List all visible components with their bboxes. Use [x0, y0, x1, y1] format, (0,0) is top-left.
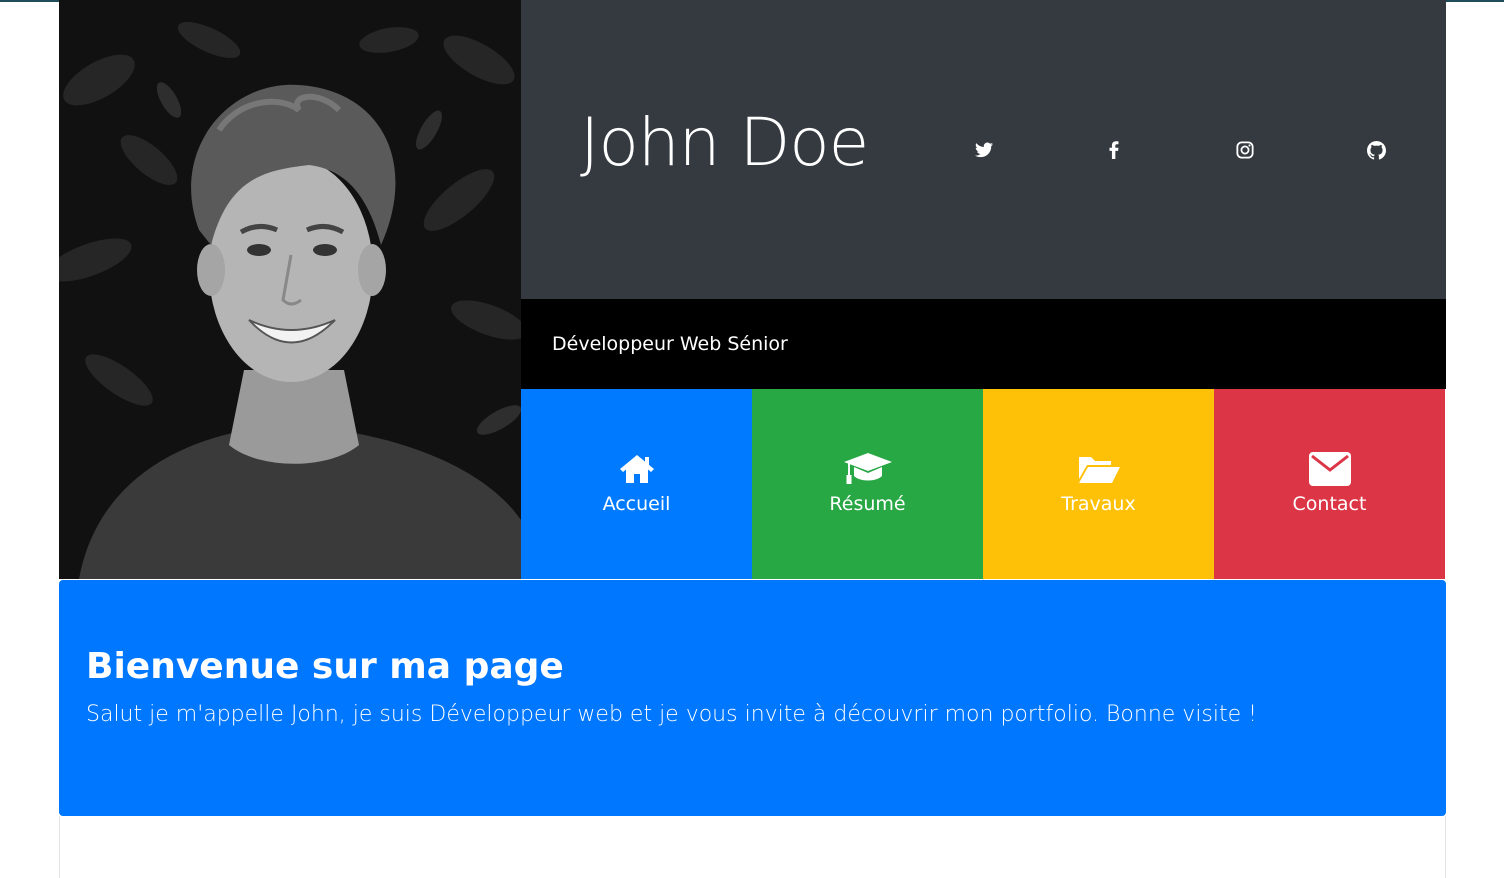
- nav-label: Travaux: [1061, 493, 1136, 515]
- profile-subtitle: Développeur Web Sénior: [552, 333, 788, 355]
- welcome-text: Salut je m'appelle John, je suis Dévelop…: [86, 702, 1257, 727]
- folder-open-icon: [1077, 449, 1121, 489]
- facebook-link[interactable]: [1103, 139, 1125, 161]
- instagram-link[interactable]: [1234, 139, 1256, 161]
- welcome-title: Bienvenue sur ma page: [86, 646, 564, 687]
- nav-tile-resume[interactable]: Résumé: [752, 389, 983, 579]
- profile-photo: [59, 0, 521, 579]
- nav-label: Contact: [1292, 493, 1367, 515]
- envelope-icon: [1308, 449, 1351, 489]
- profile-name: John Doe: [580, 104, 869, 181]
- page-container: John Doe Développeur Web Sénior Accueil …: [59, 0, 1446, 878]
- nav-tile-contact[interactable]: Contact: [1214, 389, 1445, 579]
- github-link[interactable]: [1365, 139, 1387, 161]
- nav-tile-travaux[interactable]: Travaux: [983, 389, 1214, 579]
- portrait-illustration: [59, 0, 521, 579]
- github-icon: [1366, 140, 1386, 160]
- home-icon: [618, 449, 656, 489]
- content-area: [59, 816, 1446, 878]
- subtitle-bar: Développeur Web Sénior: [521, 299, 1446, 389]
- twitter-icon: [975, 142, 993, 158]
- facebook-icon: [1109, 141, 1119, 159]
- nav-tile-accueil[interactable]: Accueil: [521, 389, 752, 579]
- graduation-cap-icon: [842, 449, 894, 489]
- nav-label: Accueil: [602, 493, 671, 515]
- nav-label: Résumé: [829, 493, 906, 515]
- welcome-banner: Bienvenue sur ma page Salut je m'appelle…: [59, 580, 1446, 816]
- instagram-icon: [1236, 141, 1254, 159]
- twitter-link[interactable]: [973, 139, 995, 161]
- header-panel: John Doe: [521, 0, 1446, 299]
